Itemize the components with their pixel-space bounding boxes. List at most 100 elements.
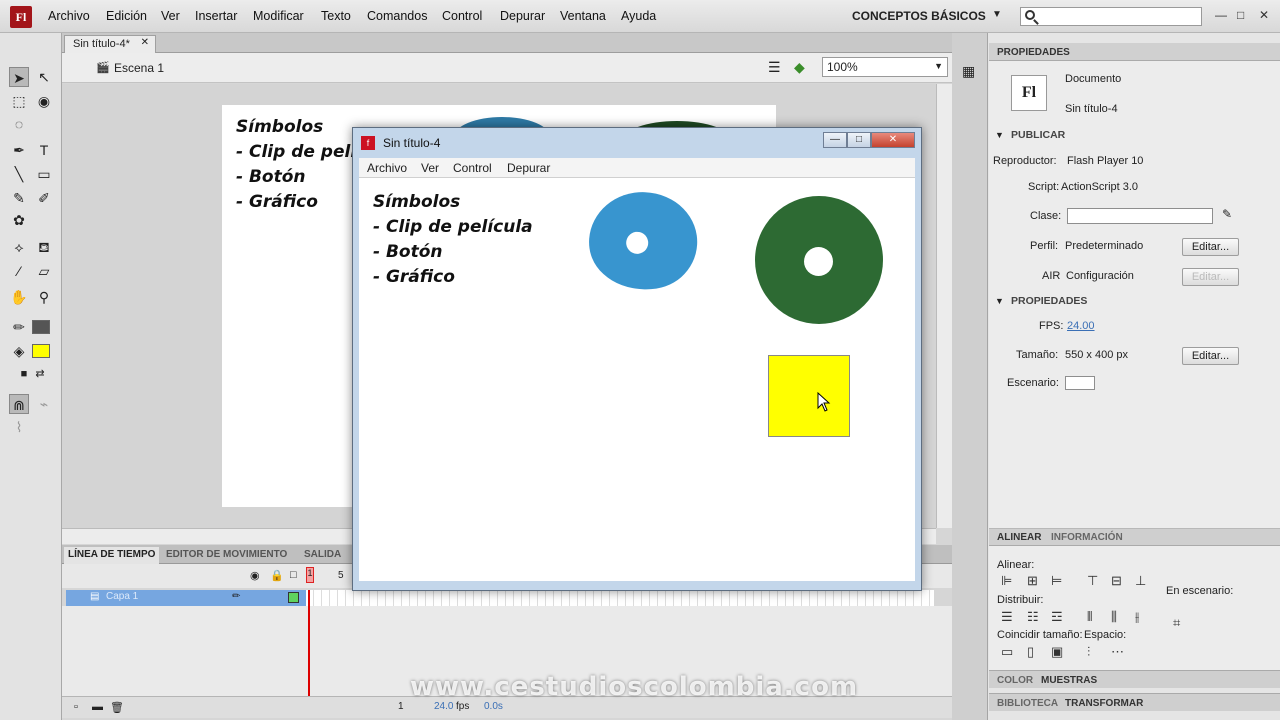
delete-layer-icon[interactable]: 🗑 xyxy=(110,701,124,714)
new-folder-icon[interactable]: ▬ xyxy=(92,701,103,713)
help-search-input[interactable] xyxy=(1020,7,1202,26)
minimize-icon[interactable]: — xyxy=(823,132,847,148)
lock-icon[interactable]: 🔒 xyxy=(270,569,284,582)
fill-color-swatch[interactable] xyxy=(32,344,50,358)
stage-text-line-1[interactable]: Símbolos xyxy=(236,117,323,137)
tab-swatches[interactable]: MUESTRAS xyxy=(1041,675,1097,686)
selection-tool-icon[interactable]: ➤ xyxy=(9,67,29,87)
outline-icon[interactable]: □ xyxy=(290,569,297,581)
eye-icon[interactable]: ◉ xyxy=(250,569,260,582)
align-left-icon[interactable]: ⊫ xyxy=(1001,573,1012,589)
stage-text-line-4[interactable]: - Gráfico xyxy=(236,192,318,212)
pencil-icon[interactable]: ✎ xyxy=(1222,207,1232,221)
layer-color-icon[interactable] xyxy=(288,592,299,603)
menu-depurar[interactable]: Depurar xyxy=(500,9,545,23)
zoom-tool-icon[interactable]: ⚲ xyxy=(34,287,54,307)
stage-text-line-3[interactable]: - Botón xyxy=(236,167,306,187)
green-movie-clip[interactable] xyxy=(755,196,883,324)
frames-row[interactable] xyxy=(306,590,934,606)
tab-color[interactable]: COLOR xyxy=(997,675,1033,686)
publish-section[interactable]: PUBLICAR xyxy=(1011,129,1065,141)
menu-archivo[interactable]: Archivo xyxy=(48,9,90,23)
close-tab-icon[interactable]: ✕ xyxy=(141,37,149,48)
tab-document[interactable]: Sin título-4* ✕ xyxy=(64,35,156,53)
brush-icon[interactable]: ✐ xyxy=(34,188,54,208)
match-height-icon[interactable]: ▯ xyxy=(1027,644,1034,660)
subselection-tool-icon[interactable]: ↖ xyxy=(34,67,54,87)
menu-control[interactable]: Control xyxy=(442,9,482,23)
fps-value[interactable]: 24.00 xyxy=(1067,320,1095,332)
align-top-icon[interactable]: ⊤ xyxy=(1087,573,1098,589)
hand-tool-icon[interactable]: ✋ xyxy=(9,287,29,307)
stroke-color-swatch[interactable] xyxy=(32,320,50,334)
close-icon[interactable]: ✕ xyxy=(871,132,915,148)
align-bottom-icon[interactable]: ⊥ xyxy=(1135,573,1146,589)
workspace-switcher[interactable]: CONCEPTOS BÁSICOS xyxy=(852,9,986,23)
edit-size-button[interactable]: Editar... xyxy=(1182,347,1239,365)
swap-colors-icon[interactable]: ⇄ xyxy=(30,364,50,384)
snap-to-objects-icon[interactable]: ⋒ xyxy=(9,394,29,414)
edit-profile-button[interactable]: Editar... xyxy=(1182,238,1239,256)
match-width-icon[interactable]: ▭ xyxy=(1001,644,1013,660)
distribute-right-icon[interactable]: ⫲ xyxy=(1135,609,1139,625)
space-vertical-icon[interactable]: ⫶ xyxy=(1087,644,1090,660)
stage-text-line-2[interactable]: - Clip de peli xyxy=(236,142,356,162)
eyedropper-icon[interactable]: ⁄ xyxy=(9,261,29,281)
tab-transform[interactable]: TRANSFORMAR xyxy=(1065,698,1143,709)
maximize-icon[interactable]: □ xyxy=(847,132,871,148)
fp-menu-ver[interactable]: Ver xyxy=(421,161,439,175)
fp-menu-archivo[interactable]: Archivo xyxy=(367,161,407,175)
align-hcenter-icon[interactable]: ⊞ xyxy=(1027,573,1038,589)
smooth-icon[interactable]: ⌁ xyxy=(34,394,54,414)
line-tool-icon[interactable]: ╲ xyxy=(9,164,29,184)
close-icon[interactable]: ✕ xyxy=(1259,8,1269,22)
layer-row[interactable]: ▤ Capa 1 ✏ xyxy=(66,590,306,606)
properties-section[interactable]: PROPIEDADES xyxy=(1011,295,1087,307)
blue-movie-clip[interactable] xyxy=(582,184,704,298)
menu-comandos[interactable]: Comandos xyxy=(367,9,427,23)
flash-player-stage[interactable]: Símbolos - Clip de película - Botón - Gr… xyxy=(359,178,915,581)
free-transform-icon[interactable]: ⬚ xyxy=(9,91,29,111)
tab-library[interactable]: BIBLIOTECA xyxy=(997,698,1058,709)
distribute-left-icon[interactable]: ⫴ xyxy=(1087,609,1092,625)
to-stage-icon[interactable]: ⌗ xyxy=(1173,615,1180,631)
menu-ver[interactable]: Ver xyxy=(161,9,180,23)
align-right-icon[interactable]: ⊨ xyxy=(1051,573,1062,589)
edit-scene-icon[interactable]: ☰ xyxy=(768,59,781,76)
bone-tool-icon[interactable]: ⟡ xyxy=(9,237,29,257)
pen-tool-icon[interactable]: ✒ xyxy=(9,140,29,160)
distribute-hcenter-icon[interactable]: ⫼ xyxy=(1111,609,1117,625)
flash-player-window[interactable]: f Sin título-4 — □ ✕ Archivo Ver Control… xyxy=(352,127,922,591)
fp-menu-control[interactable]: Control xyxy=(453,161,492,175)
eraser-icon[interactable]: ▱ xyxy=(34,261,54,281)
rectangle-tool-icon[interactable]: ▭ xyxy=(34,164,54,184)
align-vcenter-icon[interactable]: ⊟ xyxy=(1111,573,1122,589)
chevron-down-icon[interactable]: ▼ xyxy=(995,296,1004,306)
stage-vertical-scrollbar[interactable] xyxy=(936,84,952,528)
distribute-bottom-icon[interactable]: ☲ xyxy=(1051,609,1063,625)
stage-color-swatch[interactable] xyxy=(1065,376,1095,390)
tab-properties[interactable]: PROPIEDADES xyxy=(997,47,1070,58)
chevron-down-icon[interactable]: ▼ xyxy=(992,9,1002,20)
text-tool-icon[interactable]: T xyxy=(34,140,54,160)
scene-label[interactable]: Escena 1 xyxy=(114,61,164,75)
tab-timeline[interactable]: LÍNEA DE TIEMPO xyxy=(64,547,160,564)
fp-menu-depurar[interactable]: Depurar xyxy=(507,161,550,175)
3d-rotation-icon[interactable]: ◉ xyxy=(34,91,54,111)
tab-align[interactable]: ALINEAR xyxy=(997,532,1041,543)
class-input[interactable] xyxy=(1067,208,1213,224)
distribute-vcenter-icon[interactable]: ☷ xyxy=(1027,609,1039,625)
chevron-down-icon[interactable]: ▼ xyxy=(995,130,1004,140)
tab-output[interactable]: SALIDA xyxy=(300,547,345,564)
pencil-icon[interactable]: ✎ xyxy=(9,188,29,208)
new-layer-icon[interactable]: ▫ xyxy=(74,701,78,713)
tab-motion-editor[interactable]: EDITOR DE MOVIMIENTO xyxy=(162,547,291,564)
straighten-icon[interactable]: ⌇ xyxy=(9,417,29,437)
distribute-top-icon[interactable]: ☰ xyxy=(1001,609,1013,625)
maximize-icon[interactable]: □ xyxy=(1237,8,1244,22)
menu-ventana[interactable]: Ventana xyxy=(560,9,606,23)
frame-rate[interactable]: 24.0 xyxy=(434,701,453,712)
menu-insertar[interactable]: Insertar xyxy=(195,9,237,23)
menu-modificar[interactable]: Modificar xyxy=(253,9,304,23)
edit-symbols-icon[interactable]: ◆ xyxy=(794,59,805,76)
